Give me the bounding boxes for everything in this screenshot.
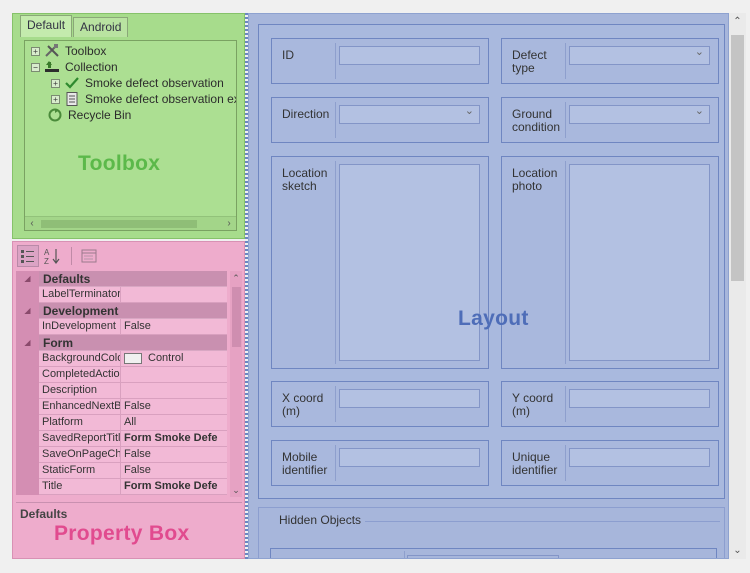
collapse-icon[interactable]: − bbox=[31, 62, 40, 72]
property-row[interactable]: CompletedAction bbox=[16, 367, 227, 383]
scroll-down-icon[interactable]: ⌄ bbox=[729, 542, 746, 559]
property-vertical-scrollbar[interactable]: ⌃ ⌄ bbox=[230, 271, 242, 497]
toolbox-pane: Default Android + Toolbox − Collection +… bbox=[12, 13, 245, 239]
tree-item-recycle-bin[interactable]: Recycle Bin bbox=[47, 107, 131, 123]
property-row[interactable]: Platform All bbox=[16, 415, 227, 431]
dropdown-input[interactable] bbox=[569, 104, 710, 124]
property-row[interactable]: SavedReportTitl Form Smoke Defe bbox=[16, 431, 227, 447]
scrollbar-thumb[interactable] bbox=[232, 287, 241, 347]
property-row[interactable]: SaveOnPageCha False bbox=[16, 447, 227, 463]
dropdown-input[interactable] bbox=[569, 45, 710, 65]
dropdown-input[interactable] bbox=[339, 104, 480, 124]
text-input[interactable] bbox=[569, 389, 710, 408]
image-area[interactable] bbox=[569, 164, 710, 361]
property-category-form[interactable]: ◢ Form bbox=[16, 335, 227, 351]
tree-item-smoke-defect-ext[interactable]: + Smoke defect observation exte bbox=[51, 91, 237, 107]
toolbar-separator bbox=[71, 247, 72, 265]
collapse-icon[interactable]: ◢ bbox=[16, 271, 39, 287]
categorized-view-button[interactable] bbox=[17, 245, 39, 267]
hidden-object-field[interactable] bbox=[270, 548, 717, 558]
layout-vertical-scrollbar[interactable]: ⌃ ⌄ bbox=[729, 13, 746, 559]
toolbox-tree: + Toolbox − Collection + Smoke defect ob… bbox=[24, 40, 237, 231]
tab-default[interactable]: Default bbox=[20, 15, 73, 37]
field-ground-condition[interactable]: Ground condition bbox=[501, 97, 719, 143]
field-location-sketch[interactable]: Location sketch bbox=[271, 156, 489, 369]
categorized-icon bbox=[21, 250, 34, 263]
recycle-bin-icon bbox=[47, 108, 63, 122]
tab-android[interactable]: Android bbox=[73, 17, 129, 37]
scroll-up-icon[interactable]: ⌃ bbox=[729, 13, 746, 30]
text-input[interactable] bbox=[339, 46, 480, 65]
property-category-defaults[interactable]: ◢ Defaults bbox=[16, 271, 227, 287]
tree-item-label: Smoke defect observation exte bbox=[85, 92, 237, 106]
scrollbar-thumb[interactable] bbox=[41, 220, 197, 228]
property-row[interactable]: Title Form Smoke Defe bbox=[16, 479, 227, 495]
image-area[interactable] bbox=[339, 164, 480, 361]
property-row[interactable]: LabelTerminator bbox=[16, 287, 227, 303]
expand-icon[interactable]: + bbox=[51, 94, 60, 104]
color-swatch bbox=[124, 353, 142, 364]
alphabetical-sort-button[interactable]: AZ bbox=[41, 245, 63, 267]
field-defect-type[interactable]: Defect type bbox=[501, 38, 719, 84]
field-unique-identifier[interactable]: Unique identifier bbox=[501, 440, 719, 486]
tree-item-label: Collection bbox=[65, 60, 118, 74]
property-row[interactable]: StaticForm False bbox=[16, 463, 227, 479]
toolbox-tabs: Default Android bbox=[20, 15, 129, 37]
property-row[interactable]: BackgroundColo Control bbox=[16, 351, 227, 367]
property-grid: ◢ Defaults LabelTerminator ◢ Development I… bbox=[16, 271, 242, 497]
tree-item-label: Recycle Bin bbox=[68, 108, 132, 122]
expand-icon[interactable]: + bbox=[31, 46, 40, 56]
sort-az-icon: AZ bbox=[44, 248, 60, 265]
tree-item-toolbox[interactable]: + Toolbox bbox=[31, 43, 106, 59]
tree-item-collection[interactable]: − Collection bbox=[31, 59, 118, 75]
tools-icon bbox=[44, 44, 60, 58]
scroll-up-icon[interactable]: ⌃ bbox=[230, 271, 242, 285]
expand-icon[interactable]: + bbox=[51, 78, 60, 88]
property-box-pane: AZ ◢ Defaults LabelTerminator ◢ Developmen… bbox=[12, 241, 245, 559]
form-document-icon bbox=[64, 92, 80, 106]
toolbox-horizontal-scrollbar[interactable]: ‹ › bbox=[25, 216, 236, 230]
property-description-title: Defaults bbox=[20, 507, 68, 521]
form-layout-box: ID Defect type Direction Ground conditio… bbox=[258, 24, 725, 499]
field-x-coord[interactable]: X coord (m) bbox=[271, 381, 489, 427]
svg-text:Z: Z bbox=[44, 257, 49, 265]
scroll-left-icon[interactable]: ‹ bbox=[25, 217, 39, 230]
property-toolbar: AZ bbox=[17, 245, 102, 267]
property-row[interactable]: Description bbox=[16, 383, 227, 399]
field-direction[interactable]: Direction bbox=[271, 97, 489, 143]
svg-text:A: A bbox=[44, 248, 50, 257]
property-pages-icon bbox=[81, 249, 97, 263]
scrollbar-thumb[interactable] bbox=[731, 35, 744, 281]
hidden-objects-title: Hidden Objects bbox=[276, 513, 365, 527]
collection-icon bbox=[44, 60, 60, 74]
property-row[interactable]: InDevelopment False bbox=[16, 319, 227, 335]
group-divider bbox=[365, 521, 720, 522]
text-input[interactable] bbox=[569, 448, 710, 467]
toolbox-watermark: Toolbox bbox=[78, 152, 161, 175]
checkmark-icon bbox=[64, 76, 80, 90]
property-category-development[interactable]: ◢ Development bbox=[16, 303, 227, 319]
property-row[interactable]: EnhancedNextB False bbox=[16, 399, 227, 415]
layout-watermark: Layout bbox=[458, 307, 529, 330]
scroll-down-icon[interactable]: ⌄ bbox=[230, 483, 242, 497]
layout-pane: ID Defect type Direction Ground conditio… bbox=[248, 13, 729, 559]
text-input[interactable] bbox=[407, 555, 559, 558]
field-y-coord[interactable]: Y coord (m) bbox=[501, 381, 719, 427]
collapse-icon[interactable]: ◢ bbox=[16, 303, 39, 319]
collapse-icon[interactable]: ◢ bbox=[16, 335, 39, 351]
field-mobile-identifier[interactable]: Mobile identifier bbox=[271, 440, 489, 486]
property-pages-button[interactable] bbox=[78, 245, 100, 267]
tree-item-smoke-defect[interactable]: + Smoke defect observation bbox=[51, 75, 224, 91]
text-input[interactable] bbox=[339, 389, 480, 408]
tree-item-label: Smoke defect observation bbox=[85, 76, 224, 90]
scroll-right-icon[interactable]: › bbox=[222, 217, 236, 230]
property-box-watermark: Property Box bbox=[54, 522, 190, 545]
tree-item-label: Toolbox bbox=[65, 44, 107, 58]
field-location-photo[interactable]: Location photo bbox=[501, 156, 719, 369]
text-input[interactable] bbox=[339, 448, 480, 467]
field-id[interactable]: ID bbox=[271, 38, 489, 84]
